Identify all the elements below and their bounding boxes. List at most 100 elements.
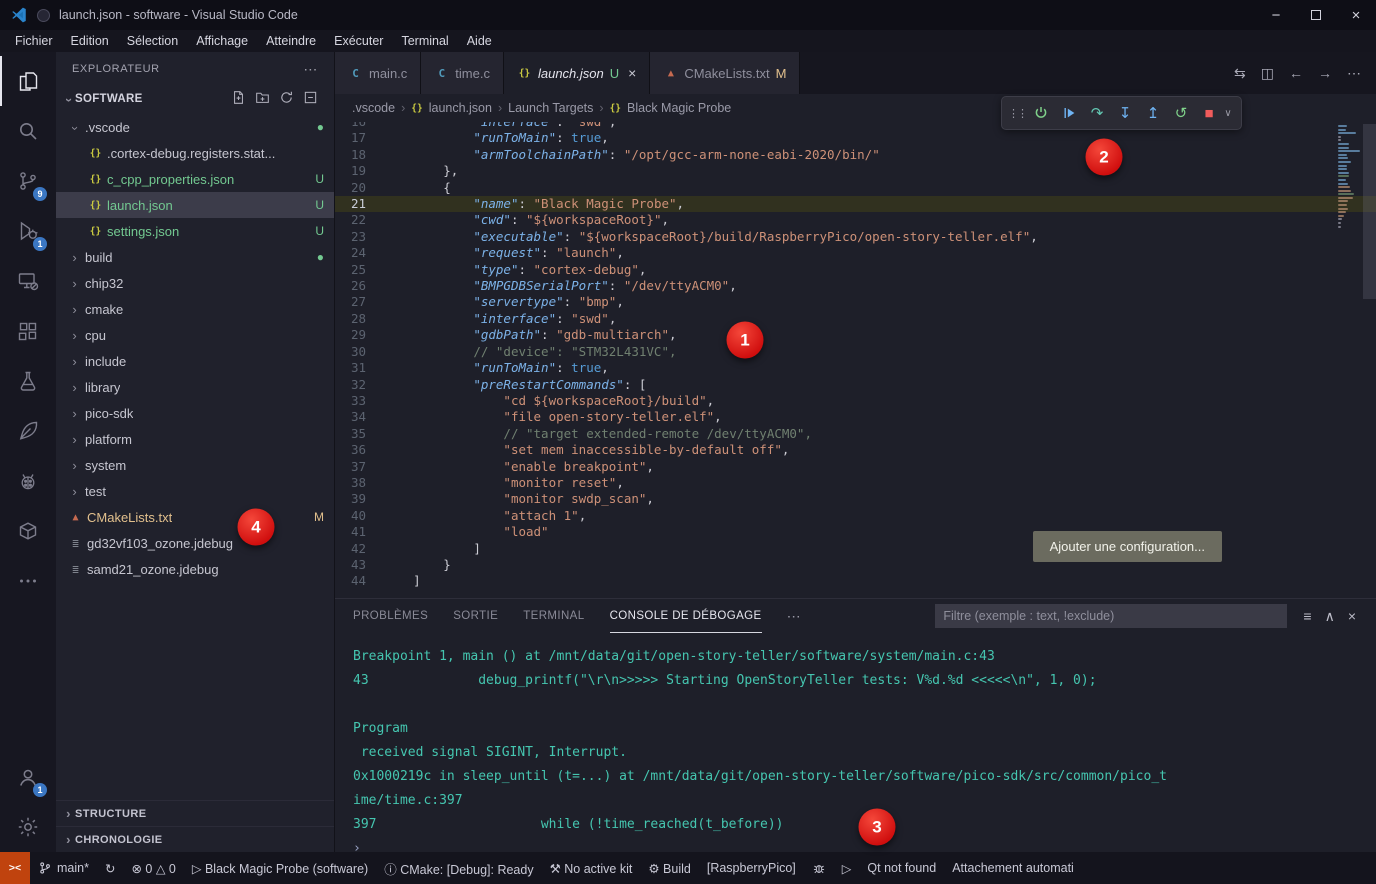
code-line[interactable]: 20 {	[335, 180, 1376, 196]
add-configuration-button[interactable]: Ajouter une configuration...	[1033, 531, 1222, 562]
line-number[interactable]: 28	[335, 311, 383, 327]
activity-item-more-views[interactable]	[0, 556, 56, 606]
activity-item-testing[interactable]	[0, 356, 56, 406]
code-line[interactable]: 25 "type": "cortex-debug",	[335, 262, 1376, 278]
code-line[interactable]: 18 "armToolchainPath": "/opt/gcc-arm-non…	[335, 147, 1376, 163]
refresh-explorer-icon[interactable]	[279, 90, 294, 108]
code-line[interactable]: 29 "gdbPath": "gdb-multiarch",	[335, 327, 1376, 343]
tree-item-platform[interactable]: ›platform	[56, 426, 334, 452]
status-debug-target-button[interactable]	[804, 852, 834, 884]
toggle-changes-icon[interactable]: ⇆	[1234, 65, 1246, 82]
continue-button[interactable]	[1056, 100, 1082, 126]
line-number[interactable]: 36	[335, 442, 383, 458]
editor-scrollbar[interactable]	[1363, 122, 1376, 598]
step-over-button[interactable]: ↷	[1084, 100, 1110, 126]
toolbar-chevron[interactable]: ∨	[1221, 100, 1235, 126]
activity-item-source-control[interactable]: 9	[0, 156, 56, 206]
activity-item-remote-explorer[interactable]	[0, 256, 56, 306]
status-sync-button[interactable]: ↻	[97, 852, 123, 884]
code-editor[interactable]: 16 "interface": "swd",17 "runToMain": tr…	[335, 122, 1376, 598]
console-filter-input[interactable]	[935, 604, 1287, 628]
activity-item-explorer[interactable]	[0, 56, 56, 106]
tab-main.c[interactable]: Cmain.c	[335, 52, 421, 94]
scrollbar-thumb[interactable]	[1363, 124, 1376, 299]
code-line[interactable]: 34 "file open-story-teller.elf",	[335, 409, 1376, 425]
line-number[interactable]: 26	[335, 278, 383, 294]
activity-item-package-explorer[interactable]	[0, 506, 56, 556]
status-qt-status[interactable]: Qt not found	[859, 852, 944, 884]
remote-indicator[interactable]: ><	[0, 852, 30, 884]
code-line[interactable]: 19 },	[335, 163, 1376, 179]
tree-item-chip32[interactable]: ›chip32	[56, 270, 334, 296]
clear-console-icon[interactable]: ≡	[1303, 608, 1311, 624]
new-file-icon[interactable]	[231, 90, 246, 108]
menu-item-affichage[interactable]: Affichage	[187, 30, 257, 52]
close-tab-icon[interactable]: ×	[628, 65, 636, 81]
breadcrumb-item[interactable]: Black Magic Probe	[627, 101, 731, 115]
code-line[interactable]: 22 "cwd": "${workspaceRoot}",	[335, 212, 1376, 228]
status-cmake-variant[interactable]: [RaspberryPico]	[699, 852, 804, 884]
line-number[interactable]: 40	[335, 508, 383, 524]
code-line[interactable]: 23 "executable": "${workspaceRoot}/build…	[335, 229, 1376, 245]
tab-launch.json[interactable]: {}launch.jsonU×	[504, 52, 650, 94]
menu-item-sélection[interactable]: Sélection	[118, 30, 187, 52]
stop-button[interactable]: ■	[1196, 100, 1222, 126]
line-number[interactable]: 37	[335, 459, 383, 475]
debug-console[interactable]: Breakpoint 1, main () at /mnt/data/git/o…	[335, 633, 1376, 852]
tree-item-cmakelists.txt[interactable]: ▲CMakeLists.txtM	[56, 504, 334, 530]
code-line[interactable]: 36 "set mem inaccessible-by-default off"…	[335, 442, 1376, 458]
code-line[interactable]: 21 "name": "Black Magic Probe",	[335, 196, 1376, 212]
menu-item-edition[interactable]: Edition	[62, 30, 118, 52]
line-number[interactable]: 39	[335, 491, 383, 507]
panel-tab-terminal[interactable]: TERMINAL	[523, 599, 584, 633]
code-line[interactable]: 38 "monitor reset",	[335, 475, 1376, 491]
panel-tab-console-de-d-bogage[interactable]: CONSOLE DE DÉBOGAGE	[610, 599, 762, 633]
code-line[interactable]: 24 "request": "launch",	[335, 245, 1376, 261]
line-number[interactable]: 41	[335, 524, 383, 540]
line-number[interactable]: 21	[335, 196, 383, 212]
activity-item-search[interactable]	[0, 106, 56, 156]
line-number[interactable]: 16	[335, 122, 383, 130]
tree-item-settings.json[interactable]: {}settings.jsonU	[56, 218, 334, 244]
line-number[interactable]: 18	[335, 147, 383, 163]
split-editor-icon[interactable]: ◫	[1261, 65, 1274, 82]
status-cmake-kit[interactable]: ⚒ No active kit	[542, 852, 641, 884]
panel-tab-probl-mes[interactable]: PROBLÈMES	[353, 599, 428, 633]
power-button[interactable]	[1028, 100, 1054, 126]
status-auto-attach[interactable]: Attachement automati	[944, 852, 1082, 884]
panel-tab-sortie[interactable]: SORTIE	[453, 599, 498, 633]
tab-time.c[interactable]: Ctime.c	[421, 52, 504, 94]
activity-item-cortex-debug[interactable]	[0, 456, 56, 506]
tree-item-gd32vf103-ozone.jdebug[interactable]: ≣gd32vf103_ozone.jdebug	[56, 530, 334, 556]
step-out-button[interactable]: ↥	[1140, 100, 1166, 126]
navigate-forward-icon[interactable]: →	[1318, 65, 1332, 81]
activity-item-settings[interactable]	[0, 802, 56, 852]
line-number[interactable]: 35	[335, 426, 383, 442]
tree-item-build[interactable]: ›build●	[56, 244, 334, 270]
tree-item-launch.json[interactable]: {}launch.jsonU	[56, 192, 334, 218]
tree-item-samd21-ozone.jdebug[interactable]: ≣samd21_ozone.jdebug	[56, 556, 334, 582]
code-line[interactable]: 26 "BMPGDBSerialPort": "/dev/ttyACM0",	[335, 278, 1376, 294]
line-number[interactable]: 19	[335, 163, 383, 179]
menu-item-terminal[interactable]: Terminal	[392, 30, 457, 52]
tree-item-include[interactable]: ›include	[56, 348, 334, 374]
tree-item-system[interactable]: ›system	[56, 452, 334, 478]
tree-item-.cortex-debug.registers.stat...[interactable]: {}.cortex-debug.registers.stat...	[56, 140, 334, 166]
line-number[interactable]: 42	[335, 541, 383, 557]
tree-item-library[interactable]: ›library	[56, 374, 334, 400]
menu-item-aide[interactable]: Aide	[458, 30, 501, 52]
menu-item-atteindre[interactable]: Atteindre	[257, 30, 325, 52]
code-line[interactable]: 30 // "device": "STM32L431VC",	[335, 344, 1376, 360]
tab-cmakelists.txt[interactable]: ▲CMakeLists.txtM	[650, 52, 800, 94]
code-line[interactable]: 35 // "target extended-remote /dev/ttyAC…	[335, 426, 1376, 442]
tree-item-cmake[interactable]: ›cmake	[56, 296, 334, 322]
line-number[interactable]: 31	[335, 360, 383, 376]
breadcrumb-item[interactable]: launch.json	[429, 101, 492, 115]
maximize-panel-icon[interactable]: ∧	[1325, 608, 1335, 625]
line-number[interactable]: 27	[335, 294, 383, 310]
tree-item-test[interactable]: ›test	[56, 478, 334, 504]
line-number[interactable]: 43	[335, 557, 383, 573]
line-number[interactable]: 22	[335, 212, 383, 228]
collapse-folders-icon[interactable]	[303, 90, 318, 108]
console-input-prompt[interactable]: ›	[353, 837, 1376, 852]
